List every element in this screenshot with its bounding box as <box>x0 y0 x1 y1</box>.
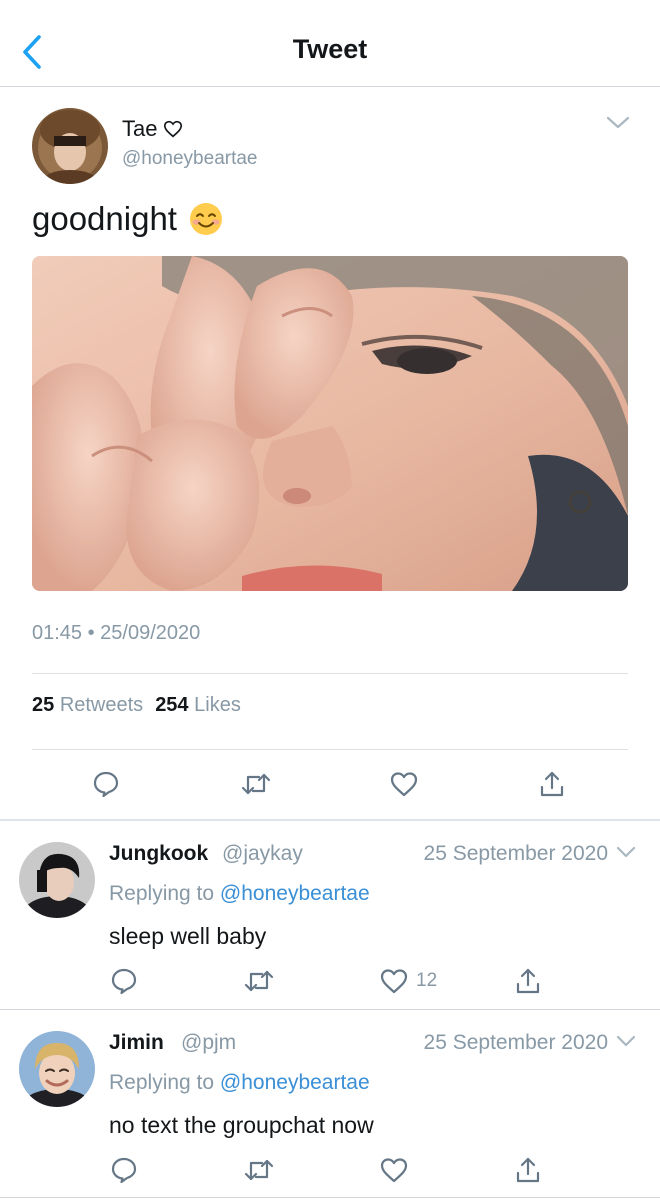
reply-button[interactable] <box>110 964 138 998</box>
section-separator <box>0 819 660 821</box>
retweet-button[interactable] <box>244 1153 274 1187</box>
retweet-button[interactable] <box>240 768 272 800</box>
like-button[interactable] <box>380 1153 408 1187</box>
like-button[interactable] <box>388 768 420 800</box>
avatar[interactable] <box>32 108 108 184</box>
divider <box>32 749 628 750</box>
reply-item[interactable]: Jungkook @jaykay 25 September 2020 Reply… <box>0 822 660 1010</box>
smiling-face-emoji-icon <box>189 203 222 235</box>
tweet-actions <box>32 762 628 806</box>
tweet-timestamp[interactable]: 01:45 • 25/09/2020 <box>32 622 200 645</box>
author-handle: @honeybeartae <box>122 148 258 169</box>
reply-icon <box>93 771 119 798</box>
tweet-stats: 25 Retweets 254 Likes <box>32 694 241 717</box>
like-icon <box>390 772 418 797</box>
like-icon <box>380 1158 408 1183</box>
reply-separator <box>0 1009 660 1010</box>
retweet-icon <box>241 773 271 795</box>
avatar[interactable] <box>19 1031 95 1107</box>
reply-button[interactable] <box>90 768 122 800</box>
tweet-text: goodnight <box>32 200 223 238</box>
retweet-button[interactable] <box>244 964 274 998</box>
chevron-down-icon[interactable] <box>616 846 636 858</box>
reply-item[interactable]: Jimin @pjm 25 September 2020 Replying to… <box>0 1011 660 1199</box>
like-button[interactable]: 12 <box>380 964 437 998</box>
like-icon <box>380 969 408 994</box>
share-button[interactable] <box>536 768 568 800</box>
chevron-down-icon[interactable] <box>606 116 630 130</box>
page-title: Tweet <box>292 34 368 64</box>
reply-text: sleep well baby <box>109 923 267 949</box>
share-icon <box>516 1157 540 1183</box>
reply-icon <box>111 1157 137 1184</box>
reply-author-handle: @pjm <box>181 1031 237 1054</box>
share-icon <box>516 968 540 994</box>
tweet-photo[interactable] <box>32 256 628 591</box>
like-count: 12 <box>416 970 438 991</box>
mention-link[interactable]: @honeybeartae <box>220 1071 370 1094</box>
retweets-stat[interactable]: 25 Retweets <box>32 694 143 716</box>
avatar[interactable] <box>19 842 95 918</box>
reply-author-handle: @jaykay <box>222 842 303 865</box>
likes-stat[interactable]: 254 Likes <box>155 694 241 716</box>
reply-button[interactable] <box>110 1153 138 1187</box>
retweet-icon <box>244 970 274 992</box>
reply-text: no text the groupchat now <box>109 1112 374 1138</box>
divider <box>32 673 628 674</box>
retweet-icon <box>244 1159 274 1181</box>
mention-link[interactable]: @honeybeartae <box>220 882 370 905</box>
replying-to: Replying to @honeybeartae <box>109 882 370 905</box>
reply-author-name[interactable]: Jimin <box>109 1031 164 1055</box>
reply-separator <box>0 1197 660 1198</box>
replying-to: Replying to @honeybeartae <box>109 1071 370 1094</box>
share-icon <box>540 771 564 797</box>
chevron-down-icon[interactable] <box>616 1035 636 1047</box>
author-name[interactable]: Tae <box>122 116 183 142</box>
reply-author-name[interactable]: Jungkook <box>109 842 208 866</box>
tweet-header: Tae @honeybeartae <box>32 108 632 188</box>
nav-bar: Tweet <box>0 0 660 87</box>
reply-icon <box>111 968 137 995</box>
share-button[interactable] <box>515 1153 541 1187</box>
reply-date: 25 September 2020 <box>423 1031 608 1054</box>
heart-outline-icon <box>164 120 183 138</box>
reply-date: 25 September 2020 <box>423 842 608 865</box>
share-button[interactable] <box>515 964 541 998</box>
